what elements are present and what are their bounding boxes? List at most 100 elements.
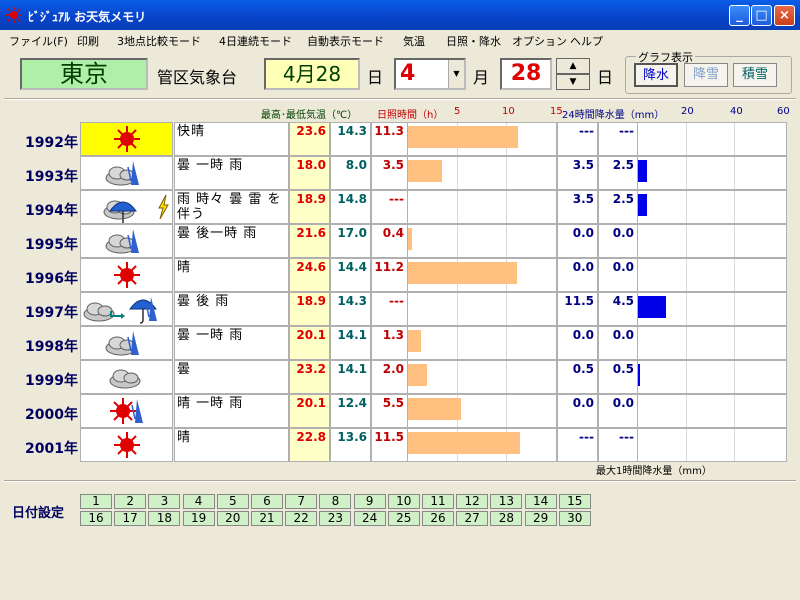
date-button-18[interactable]: 18 bbox=[148, 511, 181, 526]
sunshine-hours: 1.3 bbox=[371, 326, 408, 360]
spinner-down-icon[interactable]: ▼ bbox=[556, 74, 590, 90]
date-button-5[interactable]: 5 bbox=[216, 494, 249, 509]
date-button-27[interactable]: 27 bbox=[456, 511, 489, 526]
min-temp: 8.0 bbox=[330, 156, 371, 190]
menu-three-point-compare[interactable]: 3地点比較モード bbox=[117, 33, 201, 49]
year-label: 2001年 bbox=[25, 441, 78, 457]
cloud-then-rain-icon bbox=[105, 229, 139, 254]
graph-snow-depth-button[interactable]: 積雪 bbox=[733, 63, 777, 87]
cloud-to-rain-icon bbox=[83, 297, 157, 324]
weather-description: 曇 一時 雨 bbox=[174, 156, 289, 190]
rain-24h: 0.5 bbox=[557, 360, 598, 394]
sunshine-bar bbox=[408, 126, 518, 148]
date-button-15[interactable]: 15 bbox=[558, 494, 591, 509]
weather-description: 晴 bbox=[174, 428, 289, 462]
rain-thunder-icon bbox=[103, 194, 169, 223]
menu-sunshine-precip[interactable]: 日照・降水 bbox=[446, 33, 501, 49]
rain-bar-cell bbox=[637, 326, 787, 360]
spinner-up-icon[interactable]: ▲ bbox=[556, 58, 590, 74]
rain24-header: 24時間降水量（mm） bbox=[562, 110, 665, 121]
rain-bar bbox=[638, 160, 647, 182]
date-button-24[interactable]: 24 bbox=[353, 511, 386, 526]
month-unit-label: 月 bbox=[473, 68, 490, 87]
maximize-button[interactable]: □ bbox=[751, 5, 772, 26]
menu-temperature[interactable]: 気温 bbox=[403, 33, 425, 49]
date-button-23[interactable]: 23 bbox=[319, 511, 352, 526]
date-button-14[interactable]: 14 bbox=[524, 494, 557, 509]
minimize-button[interactable]: _ bbox=[729, 5, 750, 26]
menu-options[interactable]: オプション bbox=[512, 33, 567, 49]
menu-auto-display[interactable]: 自動表示モード bbox=[307, 33, 384, 49]
date-button-13[interactable]: 13 bbox=[490, 494, 523, 509]
menu-four-day-mode[interactable]: 4日連続モード bbox=[219, 33, 292, 49]
rain-24h: 3.5 bbox=[557, 156, 598, 190]
sun-icon bbox=[114, 262, 140, 288]
date-button-26[interactable]: 26 bbox=[422, 511, 454, 526]
min-temp: 17.0 bbox=[330, 224, 371, 258]
chevron-down-icon[interactable]: ▼ bbox=[448, 60, 464, 88]
date-button-29[interactable]: 29 bbox=[524, 511, 557, 526]
day-input[interactable]: 28 bbox=[500, 58, 552, 90]
sunshine-hours: 0.4 bbox=[371, 224, 408, 258]
menu-file[interactable]: ファイル(F) bbox=[9, 33, 68, 49]
rain-icon bbox=[131, 399, 143, 423]
date-button-30[interactable]: 30 bbox=[558, 511, 591, 526]
close-button[interactable]: × bbox=[774, 5, 795, 26]
rain-24h: --- bbox=[557, 122, 598, 156]
max-temp: 18.9 bbox=[289, 292, 330, 326]
weather-description: 晴 一時 雨 bbox=[174, 394, 289, 428]
sun-tick-15: 15 bbox=[550, 106, 563, 117]
max-temp: 23.6 bbox=[289, 122, 330, 156]
weather-icon-cell bbox=[80, 190, 173, 224]
cloud-then-rain-icon bbox=[105, 331, 139, 356]
cloud-icon bbox=[109, 369, 141, 389]
date-button-1[interactable]: 1 bbox=[80, 494, 112, 509]
date-button-28[interactable]: 28 bbox=[490, 511, 523, 526]
date-button-19[interactable]: 19 bbox=[182, 511, 215, 526]
date-button-8[interactable]: 8 bbox=[319, 494, 352, 509]
rain-bar-cell bbox=[637, 258, 787, 292]
sunshine-bar-cell bbox=[407, 360, 557, 394]
day-unit-label-2: 日 bbox=[597, 68, 614, 87]
weather-description: 晴 bbox=[174, 258, 289, 292]
date-button-21[interactable]: 21 bbox=[251, 511, 283, 526]
temp-header: 最高･最低気温（℃） bbox=[261, 110, 358, 121]
date-button-4[interactable]: 4 bbox=[182, 494, 215, 509]
min-temp: 14.3 bbox=[330, 292, 371, 326]
rain-bar bbox=[638, 364, 640, 386]
date-button-11[interactable]: 11 bbox=[422, 494, 454, 509]
min-temp: 14.3 bbox=[330, 122, 371, 156]
sunshine-bar-cell bbox=[407, 190, 557, 224]
date-button-25[interactable]: 25 bbox=[387, 511, 420, 526]
table-divider bbox=[4, 480, 796, 482]
date-button-9[interactable]: 9 bbox=[353, 494, 386, 509]
graph-precip-button[interactable]: 降水 bbox=[634, 63, 678, 87]
month-value: 4 bbox=[400, 61, 416, 86]
date-button-17[interactable]: 17 bbox=[114, 511, 147, 526]
weather-description: 曇 bbox=[174, 360, 289, 394]
sunshine-hours: --- bbox=[371, 190, 408, 224]
date-button-20[interactable]: 20 bbox=[216, 511, 249, 526]
date-button-22[interactable]: 22 bbox=[285, 511, 318, 526]
rain-24h: 3.5 bbox=[557, 190, 598, 224]
graph-snowfall-button[interactable]: 降雪 bbox=[684, 63, 728, 87]
date-button-2[interactable]: 2 bbox=[114, 494, 147, 509]
date-button-10[interactable]: 10 bbox=[387, 494, 420, 509]
date-button-12[interactable]: 12 bbox=[456, 494, 489, 509]
cloud-icon bbox=[109, 369, 141, 389]
date-button-6[interactable]: 6 bbox=[251, 494, 283, 509]
rain-24h: 0.0 bbox=[557, 394, 598, 428]
day-spinner[interactable]: ▲ ▼ bbox=[556, 58, 590, 90]
menu-print[interactable]: 印刷 bbox=[77, 33, 99, 49]
header-divider bbox=[4, 98, 796, 100]
sunshine-bar bbox=[408, 262, 517, 284]
weather-icon-cell bbox=[80, 360, 173, 394]
date-button-3[interactable]: 3 bbox=[148, 494, 181, 509]
rain-bar-cell bbox=[637, 190, 787, 224]
menu-help[interactable]: ヘルプ bbox=[570, 33, 603, 49]
sunshine-bar bbox=[408, 228, 412, 250]
date-button-16[interactable]: 16 bbox=[80, 511, 112, 526]
month-select[interactable]: 4 ▼ bbox=[394, 58, 466, 90]
year-label: 1995年 bbox=[25, 237, 78, 253]
date-button-7[interactable]: 7 bbox=[285, 494, 318, 509]
